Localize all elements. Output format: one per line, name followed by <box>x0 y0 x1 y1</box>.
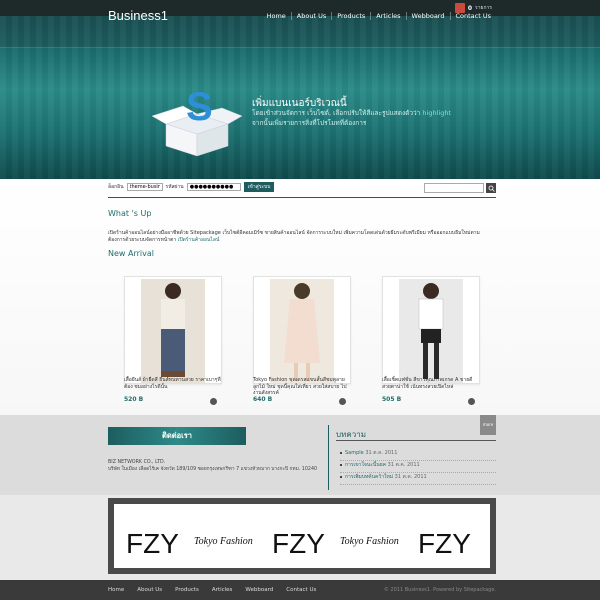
username-label: ล็อกอิน <box>108 184 124 190</box>
contact-title: ติดต่อเรา <box>108 427 246 445</box>
search-input[interactable] <box>424 183 484 193</box>
lower-section <box>0 415 600 495</box>
address-text: บริษัท ในเมือง เลือดไร้เค จังหวัด 189/10… <box>108 466 318 472</box>
username-input[interactable] <box>126 183 163 191</box>
login-button[interactable]: เข้าสู่ระบบ <box>243 182 275 192</box>
banner-subtitle: โดยเข้าส่วนจัดการ เว็บไซต์, เลือกปรับให้… <box>252 108 452 128</box>
nav-products[interactable]: Products <box>331 12 370 20</box>
product-description: เสื้อเชิ้ตแฟชั่น สีขาวคุณภาพเกรด A ขายดี… <box>382 377 473 390</box>
ad-script: Tokyo Fashion <box>194 536 253 547</box>
add-to-cart-icon[interactable] <box>210 398 217 405</box>
article-date: 31 ต.ค. 2011 <box>387 462 420 468</box>
intro-link[interactable]: เปิดร้านค้าออนไลน์ <box>178 237 220 243</box>
bullet-icon <box>340 475 342 478</box>
banner-line-1: โดยเข้าส่วนจัดการ เว็บไซต์, เลือกปรับให้… <box>252 109 421 117</box>
ad-brand: FZY <box>126 528 179 559</box>
banner-highlight: highlight <box>422 109 451 117</box>
nav-about-us[interactable]: About Us <box>290 12 331 20</box>
footer-nav-articles[interactable]: Articles <box>212 587 233 593</box>
product-price: 640 B <box>253 396 273 403</box>
article-title[interactable]: Sample <box>345 450 364 456</box>
article-date: 31 ต.ค. 2011 <box>394 474 427 480</box>
footer-nav-about-us[interactable]: About Us <box>137 587 162 593</box>
more-button[interactable]: more <box>480 415 496 435</box>
intro-body: เปิดร้านค้าออนไลน์อย่างมืออาชีพด้วย Site… <box>108 230 480 243</box>
fzy-ad-banner[interactable]: FZY Tokyo Fashion FZY Tokyo Fashion FZY <box>108 498 496 574</box>
product-image[interactable] <box>124 276 222 384</box>
divider <box>108 197 496 198</box>
ad-brand: FZY <box>272 528 325 559</box>
bullet-icon <box>340 463 342 466</box>
svg-text:S: S <box>186 85 213 129</box>
nav-webboard[interactable]: Webboard <box>405 12 450 20</box>
company-address: BIZ NETWORK CO., LTD. บริษัท ในเมือง เลื… <box>108 460 328 473</box>
cart-label: รายการ <box>475 5 492 11</box>
article-date: 31 ต.ค. 2011 <box>365 450 398 456</box>
new-arrival-title: New Arrival <box>108 249 154 258</box>
footer-nav-webboard[interactable]: Webboard <box>245 587 273 593</box>
ad-brand: FZY <box>418 528 471 559</box>
article-item[interactable]: การเขาใจนะนี้นยค 31 ต.ค. 2011 <box>340 461 496 473</box>
article-title[interactable]: การเขาใจนะนี้นยค <box>345 462 386 468</box>
whats-up-title: What 's Up <box>108 209 152 218</box>
password-input[interactable] <box>186 183 241 191</box>
product-image[interactable] <box>382 276 480 384</box>
footer-nav: Home About Us Products Articles Webboard… <box>108 587 329 593</box>
add-to-cart-icon[interactable] <box>339 398 346 405</box>
product-description: เสื้อยีนส์ ผ้ายืดสี ยีนส์ทนทานสวย ราคาเบ… <box>124 377 221 390</box>
ad-script: Tokyo Fashion <box>340 536 399 547</box>
main-nav: Home About Us Products Articles Webboard… <box>262 12 496 20</box>
articles-divider <box>336 440 496 441</box>
article-item[interactable]: การเพิ่มบทค้นคว้าใหม่ 31 ต.ค. 2011 <box>340 473 496 485</box>
sitepackage-box-icon: S <box>152 85 242 156</box>
bullet-icon <box>340 451 342 454</box>
nav-articles[interactable]: Articles <box>370 12 405 20</box>
column-divider <box>328 425 329 490</box>
nav-band <box>0 16 600 48</box>
banner-line-2: จากนั้นเพิ่มรายการสิ่งที่โปรโมทที่ต้องกา… <box>252 119 367 127</box>
cart-count: 0 <box>467 4 473 12</box>
copyright: © 2011 Business1. Powered by Sitepackage… <box>383 587 496 593</box>
nav-home[interactable]: Home <box>262 12 291 20</box>
product-price: 505 B <box>382 396 402 403</box>
search-icon <box>488 185 495 192</box>
password-label: รหัสผ่าน <box>165 184 184 190</box>
product-price: 520 B <box>124 396 144 403</box>
article-item[interactable]: Sample 31 ต.ค. 2011 <box>340 449 496 461</box>
footer-nav-contact-us[interactable]: Contact Us <box>286 587 316 593</box>
article-title[interactable]: การเพิ่มบทค้นคว้าใหม่ <box>345 474 393 480</box>
product-description: Tokyo Fashion ชุดเดรสแขนสั้นสีชมพูลายลูก… <box>253 377 347 396</box>
nav-contact-us[interactable]: Contact Us <box>449 12 497 20</box>
site-logo[interactable]: Business1 <box>108 8 168 23</box>
footer-nav-home[interactable]: Home <box>108 587 124 593</box>
intro-text: เปิดร้านค้าออนไลน์อย่างมืออาชีพด้วย Site… <box>108 230 496 244</box>
footer-nav-products[interactable]: Products <box>175 587 199 593</box>
login-bar: ล็อกอิน รหัสผ่าน เข้าสู่ระบบ <box>108 182 275 192</box>
add-to-cart-icon[interactable] <box>468 398 475 405</box>
product-image[interactable] <box>253 276 351 384</box>
search-button[interactable] <box>486 183 496 193</box>
